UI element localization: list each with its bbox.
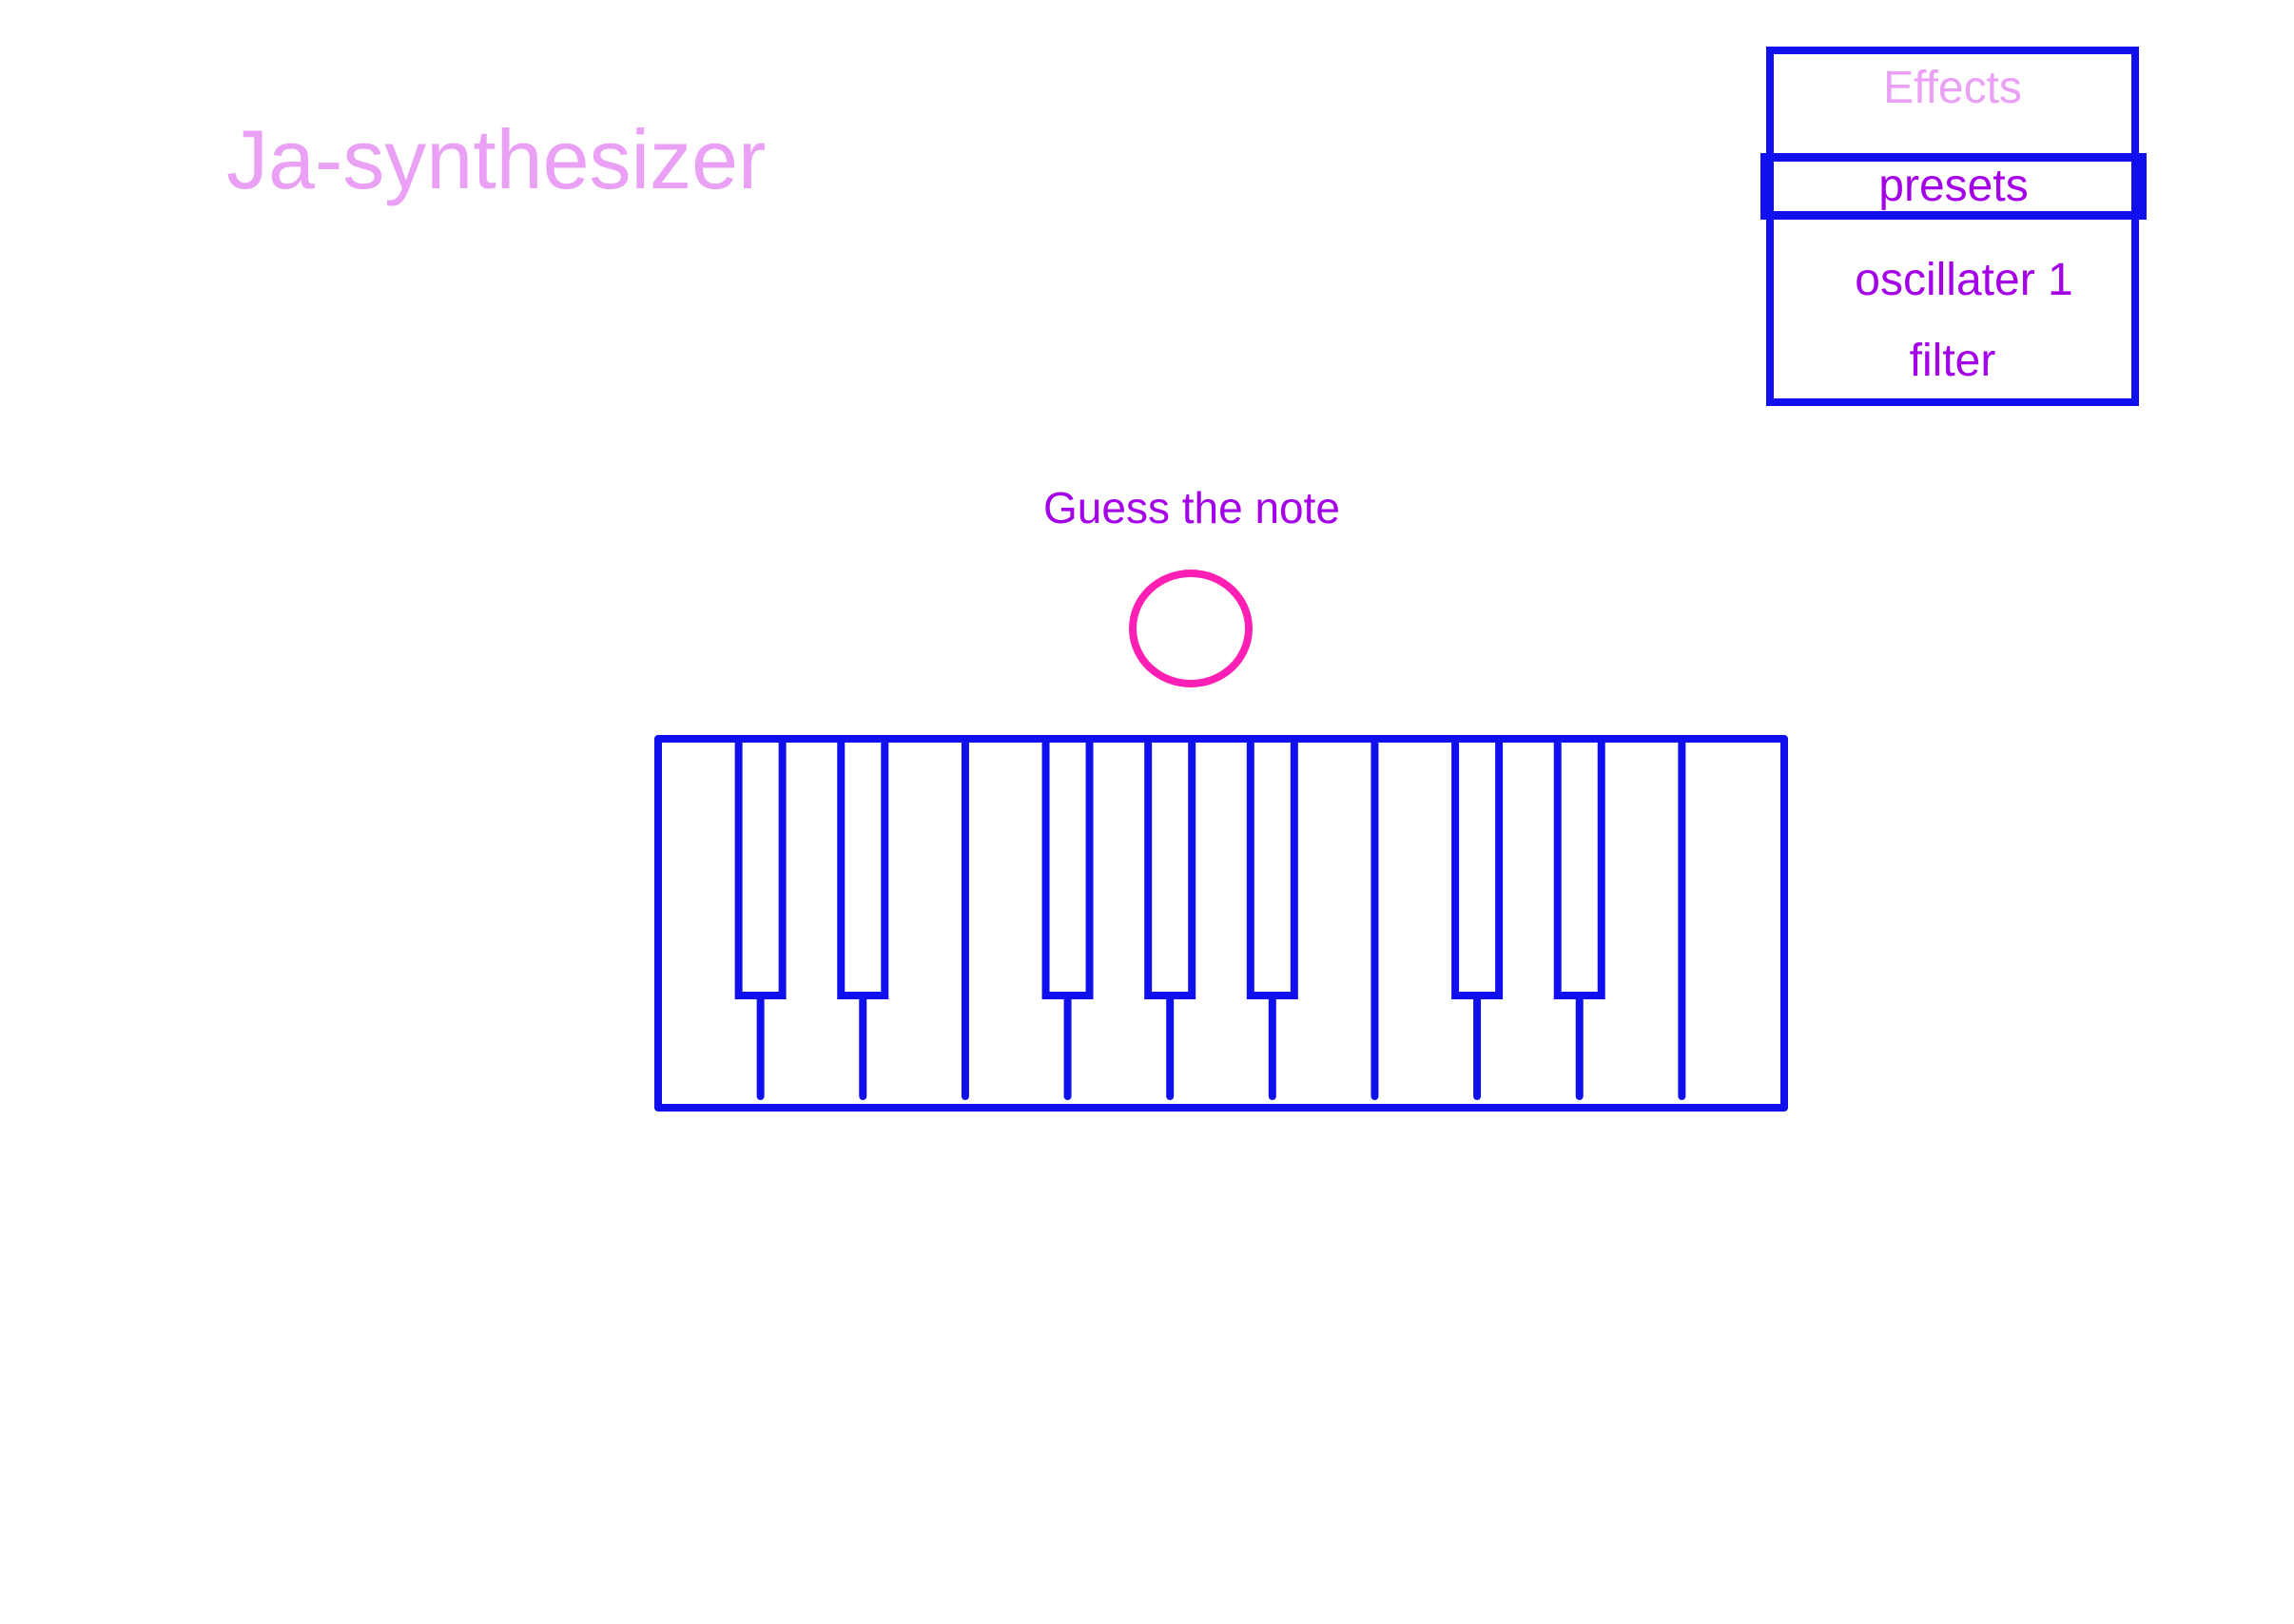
guess-the-note-label: Guess the note: [1043, 483, 1340, 532]
menu-item-oscillator-1[interactable]: oscillater 1: [1785, 254, 2143, 307]
menu-item-filter[interactable]: filter: [1774, 335, 2131, 388]
white-key[interactable]: [1682, 739, 1784, 1108]
black-key[interactable]: [1144, 735, 1196, 999]
effects-menu-header[interactable]: Effects: [1774, 62, 2131, 115]
piano-keyboard: [654, 733, 1788, 1125]
note-indicator-circle-icon[interactable]: [1129, 570, 1253, 687]
black-key[interactable]: [734, 735, 787, 999]
black-key[interactable]: [837, 735, 889, 999]
black-key[interactable]: [1246, 735, 1298, 999]
black-key[interactable]: [1041, 735, 1094, 999]
black-key[interactable]: [1451, 735, 1504, 999]
black-key[interactable]: [1553, 735, 1605, 999]
app-title: Ja-synthesizer: [226, 112, 767, 206]
menu-item-presets[interactable]: presets: [1760, 153, 2147, 220]
menu-item-presets-label: presets: [1878, 161, 2029, 211]
effects-menu: Effects presets oscillater 1 filter: [1760, 47, 2147, 406]
piano-keyboard-drawing: [654, 735, 1788, 1112]
